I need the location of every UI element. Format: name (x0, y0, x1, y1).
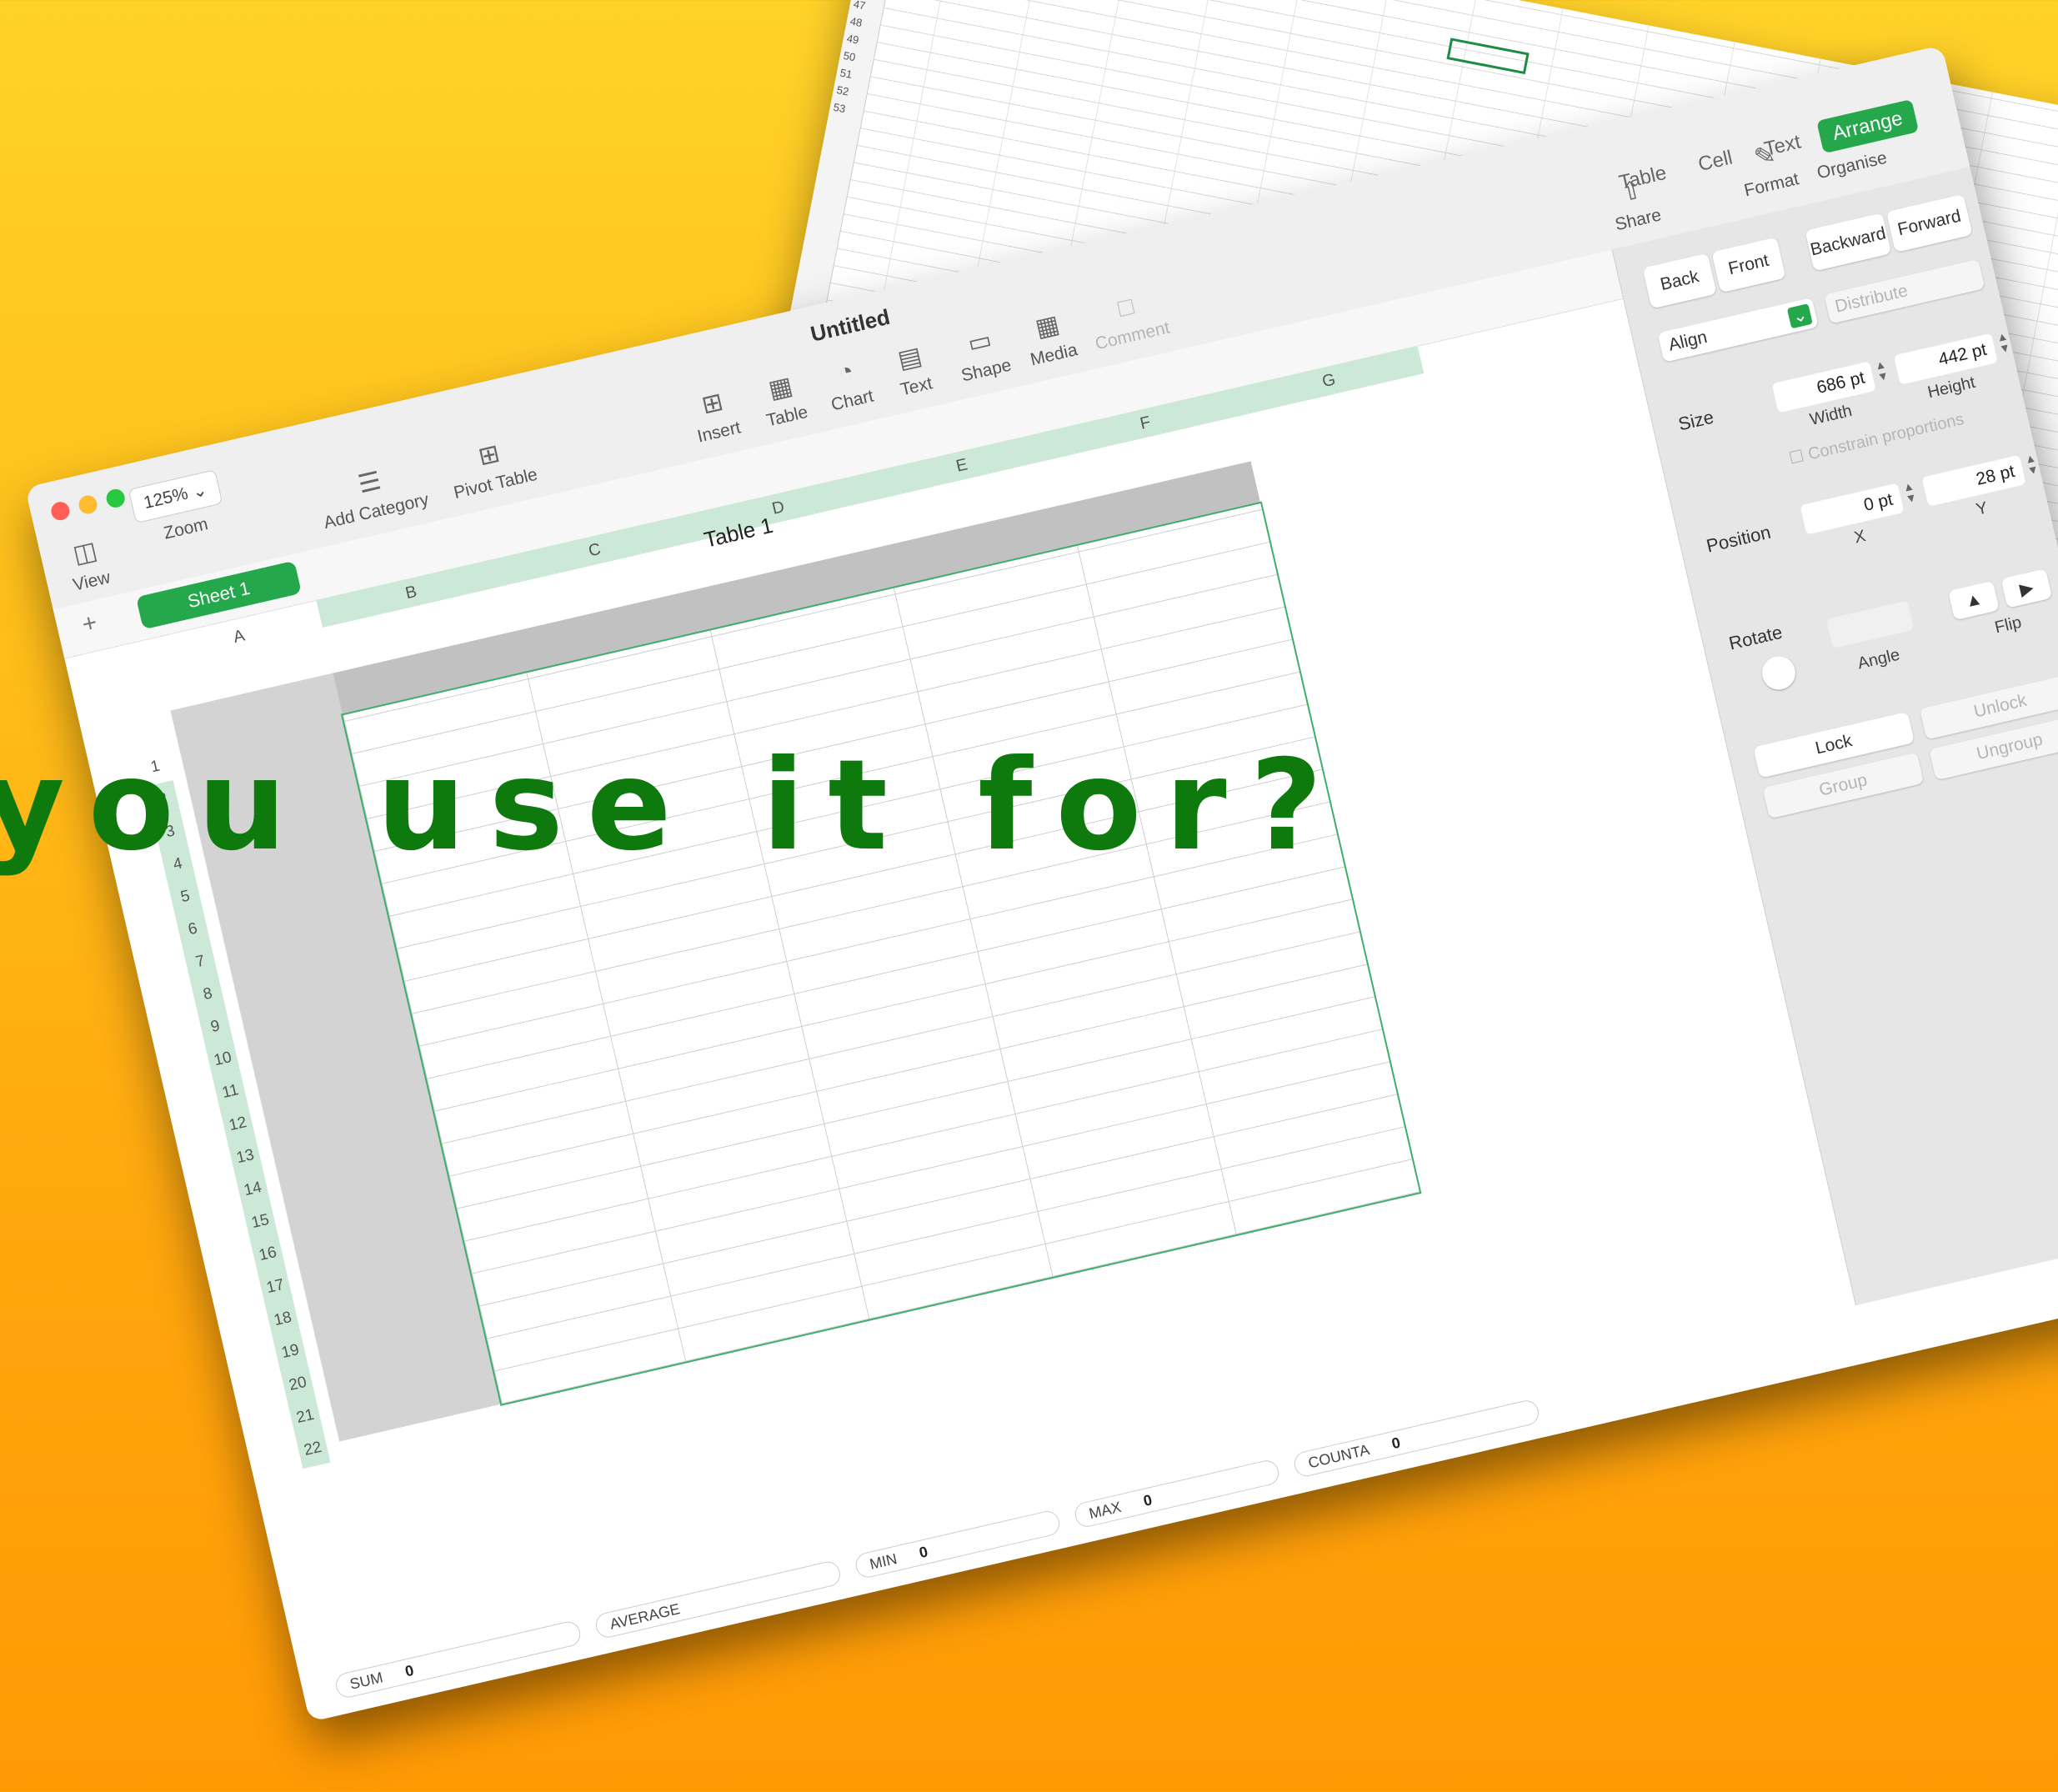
zoom-value: 125% (142, 483, 190, 513)
flip-horizontal-button[interactable]: ▶ (2000, 568, 2053, 608)
max-pill[interactable]: MAX 0 (1072, 1458, 1282, 1529)
width-stepper[interactable]: ▲ ▼ (1873, 357, 1890, 383)
flip-horizontal-icon: ▶ (2017, 577, 2035, 599)
zoom-window-button[interactable] (104, 487, 127, 510)
x-field[interactable]: 0 pt (1800, 483, 1905, 535)
x-stepper[interactable]: ▲ ▼ (1901, 478, 1918, 505)
add-category-button[interactable]: ☰ Add Category (314, 457, 431, 533)
comment-icon: □ (1115, 292, 1137, 323)
row-number: 47 (852, 0, 867, 13)
row-number: 53 (832, 100, 847, 116)
sidebar-icon: ◫ (70, 537, 100, 569)
flip-vertical-icon: ▲ (1963, 588, 1985, 612)
position-label: Position (1704, 521, 1773, 557)
counta-pill[interactable]: COUNTA 0 (1291, 1398, 1541, 1479)
insert-icon: ⊞ (699, 388, 726, 420)
rotate-dial[interactable] (1758, 653, 1799, 693)
average-pill[interactable]: AVERAGE (593, 1559, 843, 1640)
pivot-icon: ⊞ (475, 439, 503, 472)
backward-button[interactable]: Backward (1805, 213, 1892, 272)
text-icon: ▤ (895, 342, 925, 374)
shape-icon: ▭ (964, 326, 994, 358)
pivot-table-button[interactable]: ⊞ Pivot Table (444, 432, 539, 503)
chevron-down-icon: ⌄ (190, 479, 209, 503)
distribute-select[interactable]: Distribute (1824, 258, 1985, 324)
front-button[interactable]: Front (1711, 237, 1786, 293)
flip-vertical-button[interactable]: ▲ (1948, 580, 2000, 621)
row-headers: 1 2 3 4 5 6 7 8 9 10 11 12 13 14 15 16 17 18 19 20 21 22 (128, 705, 331, 1470)
inspector-panel: Table Cell Text Arrange Back Front Backw… (1611, 98, 2058, 1387)
row-number: 52 (835, 83, 850, 98)
selected-cell[interactable] (1446, 38, 1530, 75)
view-label: View (71, 568, 113, 595)
media-icon: ▦ (1033, 310, 1063, 343)
chart-icon: ◔ (835, 357, 857, 388)
minimize-button[interactable] (77, 493, 99, 516)
min-pill[interactable]: MIN 0 (853, 1509, 1063, 1580)
shape-button[interactable]: ▭ Shape (952, 322, 1014, 386)
add-sheet-button[interactable]: + (79, 608, 100, 639)
angle-label: Angle (1855, 645, 1902, 673)
media-button[interactable]: ▦ Media (1021, 307, 1079, 370)
list-icon: ☰ (355, 467, 384, 499)
x-label: X (1852, 527, 1868, 548)
row-number: 49 (845, 32, 860, 47)
angle-field[interactable] (1825, 600, 1915, 649)
document-title: Untitled (808, 303, 893, 347)
height-field[interactable]: 442 pt (1893, 333, 1998, 385)
align-select[interactable]: Align ⌄ (1657, 297, 1819, 363)
width-label: Width (1808, 401, 1854, 429)
table-button[interactable]: ▦ Table (757, 369, 810, 432)
chart-button[interactable]: ◔ Chart (822, 354, 875, 416)
insert-button[interactable]: ⊞ Insert (688, 384, 743, 447)
size-label: Size (1676, 406, 1716, 435)
text-button[interactable]: ▤ Text (891, 340, 934, 400)
table-icon: ▦ (765, 372, 795, 404)
view-button[interactable]: ◫ View (63, 534, 113, 595)
back-button[interactable]: Back (1642, 253, 1717, 309)
comment-button[interactable]: □ Comment (1086, 286, 1172, 355)
row-number: 51 (839, 66, 854, 81)
height-label: Height (1925, 373, 1977, 403)
forward-button[interactable]: Forward (1885, 193, 1973, 253)
y-label: Y (1974, 498, 1990, 519)
width-field[interactable]: 686 pt (1771, 361, 1876, 413)
y-field[interactable]: 28 pt (1921, 454, 2026, 507)
rotate-label: Rotate (1726, 621, 1785, 654)
row-number: 50 (842, 48, 857, 64)
close-button[interactable] (49, 499, 72, 523)
sum-pill[interactable]: SUM 0 (333, 1619, 583, 1700)
row-header[interactable]: 22 (295, 1429, 331, 1470)
zoom-label: Zoom (162, 514, 210, 543)
row-number: 48 (849, 14, 864, 30)
overlay-caption: you use it for? (0, 733, 1346, 878)
flip-label: Flip (1993, 613, 2024, 638)
chevron-down-icon: ⌄ (1787, 303, 1813, 328)
numbers-window: ◫ View 125% ⌄ Zoom ☰ Add Category ⊞ Pivo… (25, 45, 2058, 1723)
zoom-select[interactable]: 125% ⌄ (128, 469, 223, 524)
